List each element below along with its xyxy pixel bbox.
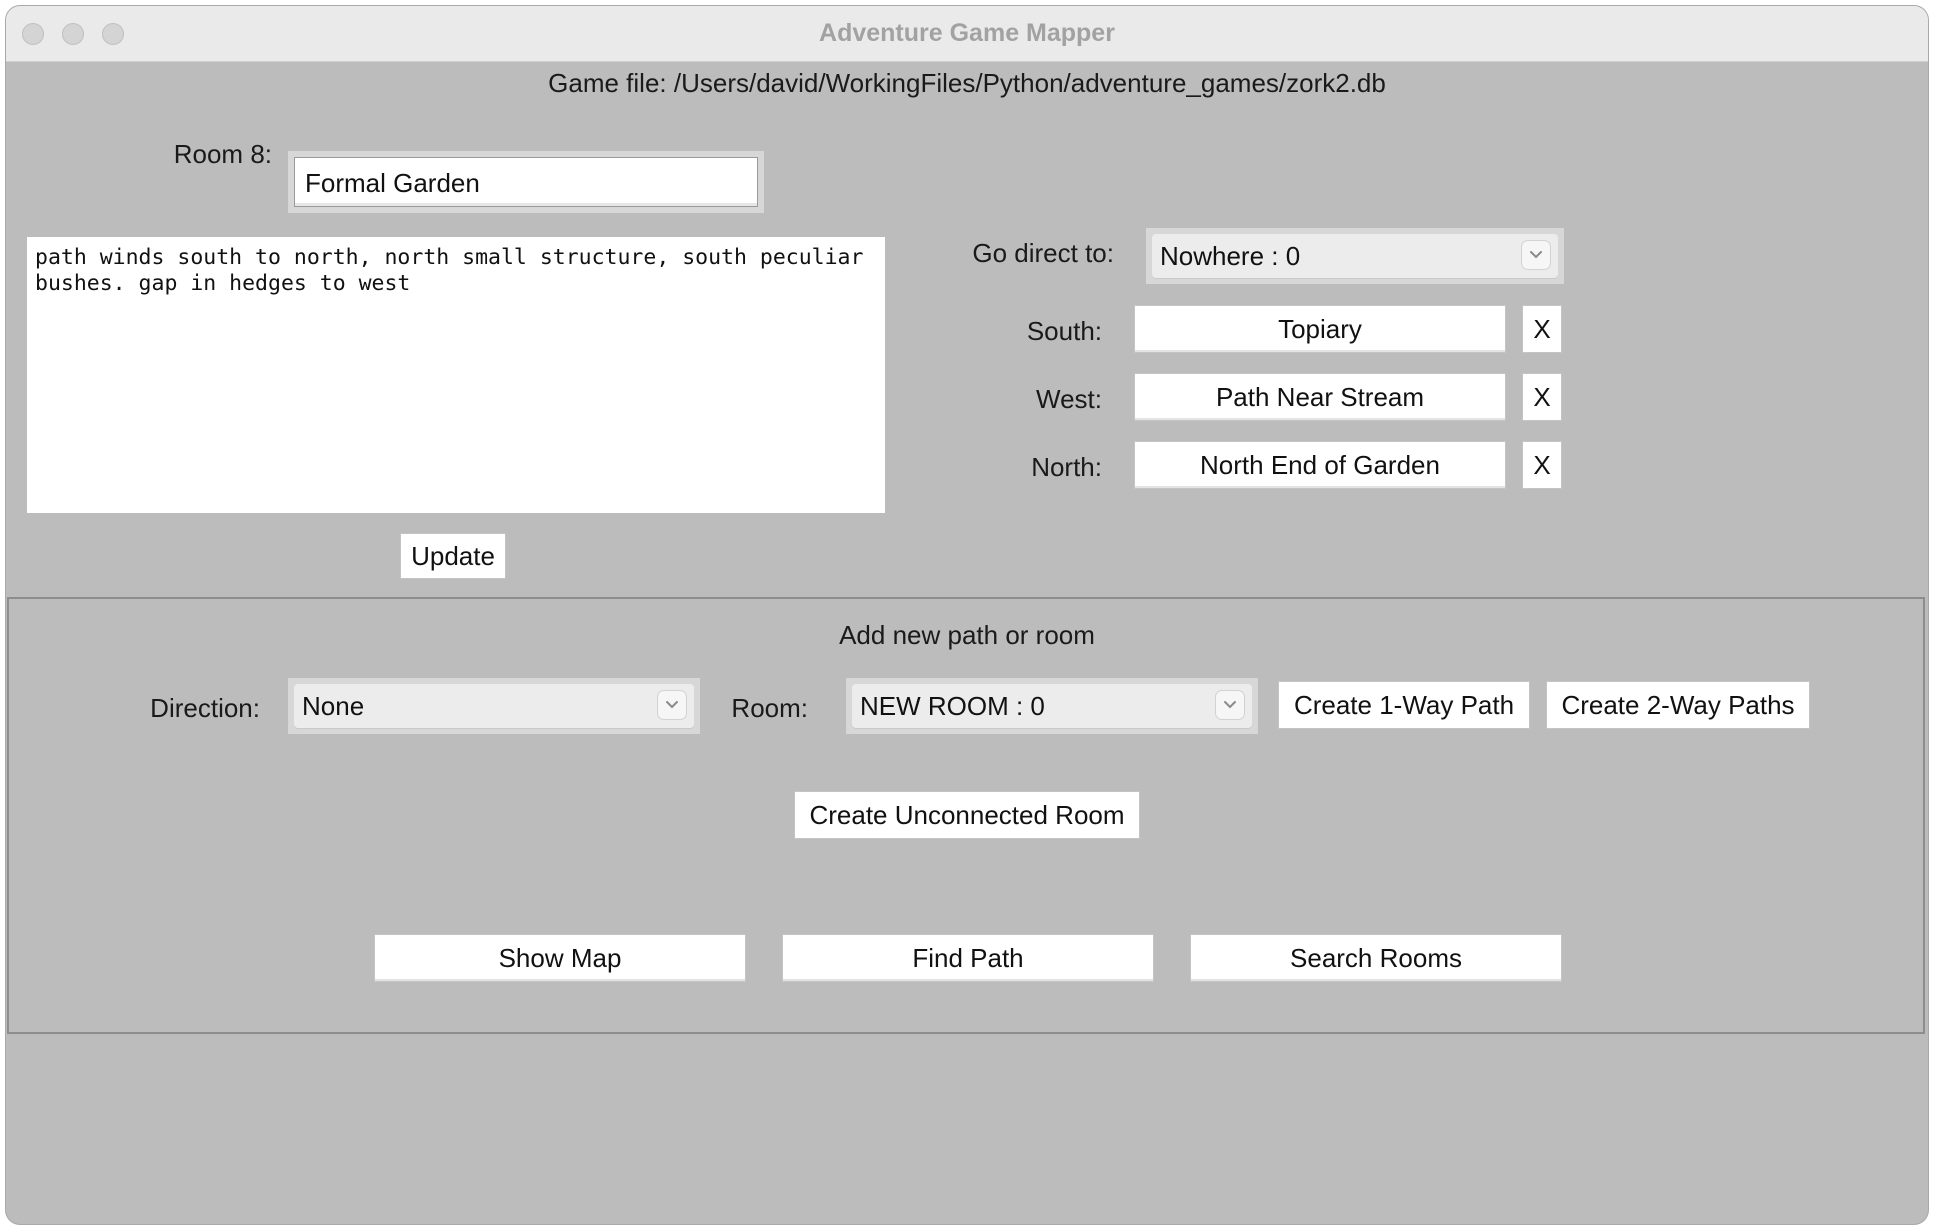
room-number-label: Room 8: <box>173 139 272 169</box>
create-one-way-path-button[interactable]: Create 1-Way Path <box>1278 681 1530 729</box>
exit-destination-button-north[interactable]: North End of Garden <box>1134 441 1506 489</box>
go-direct-label: Go direct to: <box>972 238 1114 268</box>
remove-exit-button-west[interactable]: X <box>1522 373 1562 421</box>
find-path-button[interactable]: Find Path <box>782 934 1154 982</box>
add-section-heading: Add new path or room <box>839 620 1095 650</box>
room-name-field-frame: Formal Garden <box>288 151 764 213</box>
exit-destination-button-west[interactable]: Path Near Stream <box>1134 373 1506 421</box>
chevron-down-icon[interactable] <box>658 691 686 719</box>
room-label: Room: <box>731 693 808 723</box>
search-rooms-button[interactable]: Search Rooms <box>1190 934 1562 982</box>
update-button[interactable]: Update <box>400 533 506 579</box>
room-dropdown-frame: NEW ROOM : 0 <box>846 678 1258 734</box>
chevron-down-icon[interactable] <box>1522 241 1550 269</box>
create-unconnected-room-button[interactable]: Create Unconnected Room <box>794 791 1140 839</box>
room-name-input[interactable]: Formal Garden <box>294 157 758 207</box>
direction-label: Direction: <box>150 693 260 723</box>
window-title: Adventure Game Mapper <box>819 19 1115 47</box>
create-two-way-paths-button[interactable]: Create 2-Way Paths <box>1546 681 1810 729</box>
exit-direction-label-north: North: <box>1031 452 1102 482</box>
title-bar: Adventure Game Mapper <box>6 6 1928 62</box>
go-direct-value: Nowhere : 0 <box>1160 241 1301 271</box>
direction-dropdown-frame: None <box>288 678 700 734</box>
remove-exit-button-south[interactable]: X <box>1522 305 1562 353</box>
room-description-textbox[interactable]: path winds south to north, north small s… <box>27 237 885 513</box>
go-direct-dropdown[interactable]: Nowhere : 0 <box>1152 234 1558 278</box>
show-map-button[interactable]: Show Map <box>374 934 746 982</box>
go-direct-dropdown-frame: Nowhere : 0 <box>1146 228 1564 284</box>
exit-direction-label-south: South: <box>1026 316 1102 346</box>
remove-exit-button-north[interactable]: X <box>1522 441 1562 489</box>
app-window: Adventure Game Mapper Game file: /Users/… <box>6 6 1928 1224</box>
exit-destination-button-south[interactable]: Topiary <box>1134 305 1506 353</box>
game-file-label: Game file: /Users/david/WorkingFiles/Pyt… <box>548 68 1386 98</box>
room-dropdown[interactable]: NEW ROOM : 0 <box>852 684 1252 728</box>
exit-direction-label-west: West: <box>1036 384 1102 414</box>
room-value: NEW ROOM : 0 <box>860 691 1045 721</box>
chevron-down-icon[interactable] <box>1216 691 1244 719</box>
direction-value: None <box>302 691 365 721</box>
direction-dropdown[interactable]: None <box>294 684 694 728</box>
